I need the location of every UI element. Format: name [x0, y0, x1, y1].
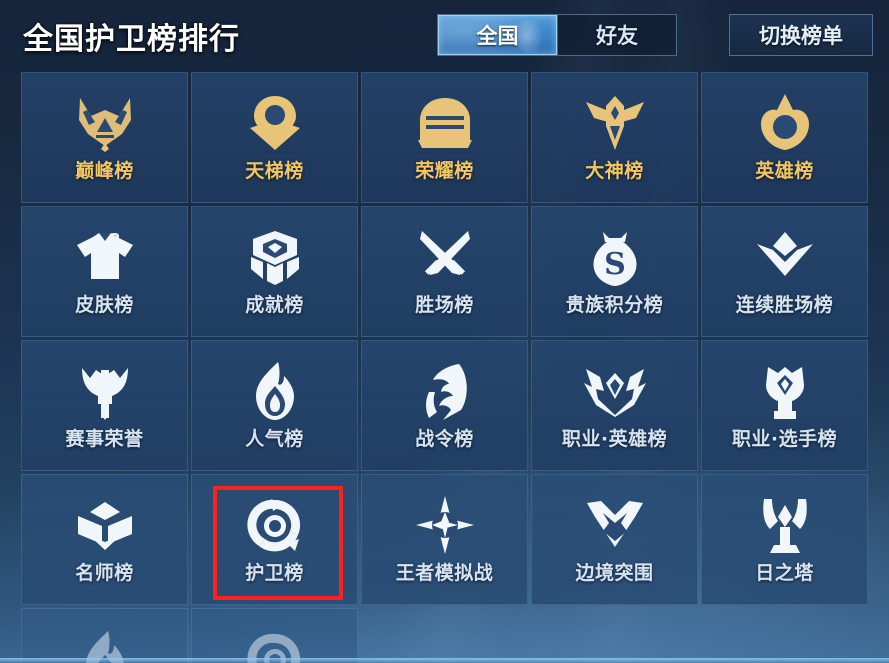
grid-cell-label: 日之塔: [755, 562, 814, 584]
grid-cell-glory-rank[interactable]: 荣耀榜: [361, 72, 528, 203]
grid-cell-partial-1[interactable]: [21, 608, 188, 663]
grid-cell-achievement-rank[interactable]: 成就榜: [191, 206, 358, 337]
grid-cell-simulation-battle[interactable]: 王者模拟战: [361, 474, 528, 605]
grid-cell-label: 边境突围: [575, 562, 654, 584]
grid-cell-label: 名师榜: [75, 562, 134, 584]
svg-text:2: 2: [110, 231, 120, 248]
tab-friends[interactable]: 好友: [557, 15, 676, 55]
grid-cell-label: 胜场榜: [415, 294, 474, 316]
grid-cell-label: 天梯榜: [245, 160, 304, 182]
grid-cell-label: 皮肤榜: [75, 294, 134, 316]
svg-text:S: S: [604, 247, 626, 282]
pro-player-trophy-icon: [754, 360, 816, 422]
grid-cell-skin-rank[interactable]: 2 皮肤榜: [21, 206, 188, 337]
grid-cell-label: 成就榜: [245, 294, 304, 316]
grid-cell-label: 大神榜: [585, 160, 644, 182]
grid-cell-god-rank[interactable]: 大神榜: [531, 72, 698, 203]
grid-cell-popularity-rank[interactable]: 人气榜: [191, 340, 358, 471]
grid-cell-partial-empty-4: [531, 608, 698, 663]
grid-cell-partial-empty-5: [701, 608, 868, 663]
open-book-icon: [74, 494, 136, 556]
grid-cell-win-streak-rank[interactable]: 连续胜场榜: [701, 206, 868, 337]
pro-hero-wings-icon: [583, 360, 646, 422]
grid-cell-border-breakout[interactable]: 边境突围: [531, 474, 698, 605]
grid-cell-pro-hero-rank[interactable]: 职业·英雄榜: [531, 340, 698, 471]
grid-cell-label: 英雄榜: [755, 160, 814, 182]
four-point-star-icon: [414, 494, 476, 556]
grid-cell-peak-rank[interactable]: 巅峰榜: [21, 72, 188, 203]
sun-tower-icon: [754, 494, 816, 556]
grid-cell-mentor-rank[interactable]: 名师榜: [21, 474, 188, 605]
switch-leaderboard-label: 切换榜单: [759, 24, 843, 48]
glory-crown-icon: [414, 92, 476, 154]
grid-cell-noble-points-rank[interactable]: S 贵族积分榜: [531, 206, 698, 337]
flame-icon: [244, 360, 306, 422]
grid-cell-partial-2[interactable]: [191, 608, 358, 663]
header-bar: 全国护卫榜排行 全国 好友 切换榜单: [0, 0, 889, 70]
battle-pass-icon: [414, 360, 476, 422]
sword-crest-icon: [74, 360, 136, 422]
grid-cell-label: 王者模拟战: [395, 562, 494, 584]
grid-cell-partial-empty-3: [361, 608, 528, 663]
grid-cell-pro-player-rank[interactable]: 职业·选手榜: [701, 340, 868, 471]
grid-cell-sun-tower[interactable]: 日之塔: [701, 474, 868, 605]
grid-cell-label: 人气榜: [245, 428, 304, 450]
border-wings-icon: [584, 494, 646, 556]
bottom-edge-glow: [0, 658, 889, 663]
fox-crest-icon: [74, 92, 136, 154]
grid-cell-label: 连续胜场榜: [735, 294, 834, 316]
grid-cell-label: 战令榜: [415, 428, 474, 450]
hero-emblem-icon: [754, 92, 816, 154]
grid-cell-label: 赛事荣誉: [65, 428, 144, 450]
grid-cell-event-honor[interactable]: 赛事荣誉: [21, 340, 188, 471]
grid-cell-ladder-rank[interactable]: 天梯榜: [191, 72, 358, 203]
grid-cell-label: 职业·选手榜: [731, 428, 838, 450]
grid-cell-label: 贵族积分榜: [565, 294, 664, 316]
grid-cell-label: 荣耀榜: [415, 160, 474, 182]
double-chevron-icon: [754, 226, 816, 288]
grid-cell-label: 护卫榜: [245, 562, 304, 584]
tab-national[interactable]: 全国: [438, 15, 557, 55]
ranking-board-screen: 全国护卫榜排行 全国 好友 切换榜单 巅峰榜 天梯榜 荣耀榜 大神榜 英雄榜 2…: [0, 0, 889, 663]
grid-cell-wins-rank[interactable]: 胜场榜: [361, 206, 528, 337]
achievement-gem-icon: [244, 226, 306, 288]
grid-cell-guardian-rank[interactable]: 护卫榜: [191, 474, 358, 605]
money-bag-icon: S: [584, 226, 646, 288]
shirt-icon: 2: [74, 226, 136, 288]
grid-cell-battle-pass-rank[interactable]: 战令榜: [361, 340, 528, 471]
tab-friends-label: 好友: [596, 24, 638, 48]
guardian-orb-icon: [244, 494, 306, 556]
switch-leaderboard-button[interactable]: 切换榜单: [729, 14, 873, 56]
scope-tab-group: 全国 好友: [437, 14, 677, 56]
ladder-pin-icon: [244, 92, 306, 154]
page-title: 全国护卫榜排行: [23, 22, 240, 57]
grid-cell-label: 巅峰榜: [75, 160, 134, 182]
grid-cell-hero-rank[interactable]: 英雄榜: [701, 72, 868, 203]
tab-national-label: 全国: [476, 24, 519, 48]
winged-rank-icon: [584, 92, 646, 154]
leaderboard-grid: 巅峰榜 天梯榜 荣耀榜 大神榜 英雄榜 2 皮肤榜 成就榜 胜场榜 S 贵族积分…: [21, 72, 868, 663]
grid-cell-label: 职业·英雄榜: [561, 428, 668, 450]
crossed-swords-icon: [414, 226, 476, 288]
